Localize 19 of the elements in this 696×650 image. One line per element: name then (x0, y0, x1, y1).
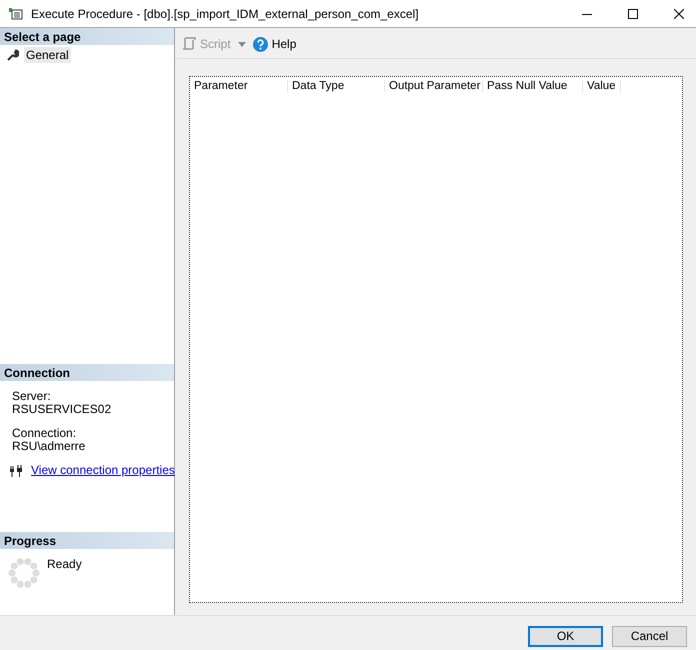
section-header: Connection (0, 364, 174, 381)
column-header[interactable]: Value (583, 80, 621, 92)
section-header: Progress (0, 532, 174, 549)
column-header[interactable]: Data Type (288, 80, 385, 92)
section-header: Select a page (0, 28, 174, 45)
column-header[interactable]: Output Parameter (385, 80, 483, 92)
connection-label: Connection: (12, 427, 78, 440)
dialog-button[interactable]: OK (528, 626, 603, 646)
connection-properties-link[interactable]: View connection properties (31, 464, 175, 477)
column-header[interactable]: Pass Null Value (483, 80, 583, 92)
window-title: Execute Procedure - [dbo].[sp_import_IDM_external_person_com_excel] (31, 6, 420, 20)
server-name: RSUSERVICES02 (12, 403, 112, 416)
server-label: Server: (12, 390, 52, 403)
column-header[interactable]: Parameter (190, 80, 288, 92)
progress-status: Ready (47, 557, 82, 573)
page-item[interactable]: General (24, 47, 71, 63)
dialog-button[interactable]: Cancel (612, 626, 687, 646)
help-button[interactable]: Help (252, 36, 296, 52)
connection-user: RSU\admerre (12, 440, 86, 453)
